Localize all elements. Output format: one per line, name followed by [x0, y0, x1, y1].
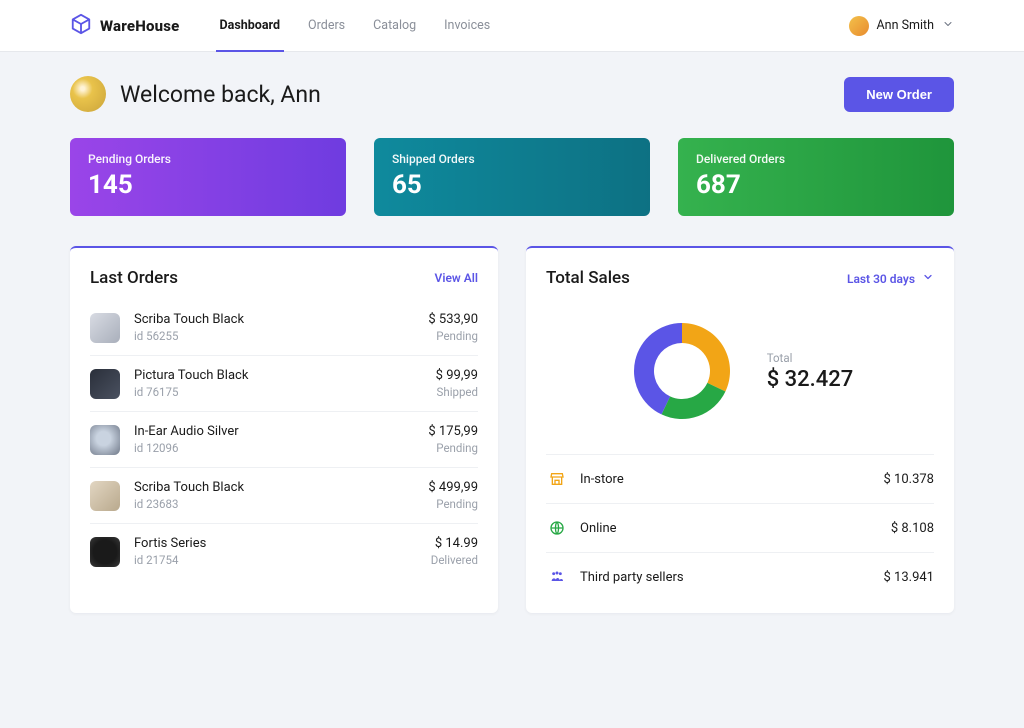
- view-all-link[interactable]: View All: [435, 271, 478, 285]
- welcome-text: Welcome back, Ann: [120, 81, 321, 108]
- stat-value: 65: [392, 170, 632, 200]
- sales-breakdown: In-store $ 10.378 Online $ 8.108: [546, 454, 934, 601]
- order-id: id 23683: [134, 497, 428, 511]
- panel-total-sales: Total Sales Last 30 days Total $ 32.427: [526, 246, 954, 613]
- sales-donut-chart: [627, 316, 737, 426]
- nav-dashboard[interactable]: Dashboard: [220, 0, 281, 51]
- order-name: Fortis Series: [134, 536, 431, 551]
- order-status: Shipped: [436, 385, 478, 399]
- brand-name: WareHouse: [100, 17, 180, 35]
- sales-line-amount: $ 13.941: [884, 570, 935, 585]
- stat-label: Pending Orders: [88, 152, 328, 166]
- panel-title: Total Sales: [546, 268, 630, 288]
- total-label: Total: [767, 351, 854, 365]
- panel-title: Last Orders: [90, 268, 178, 288]
- nav-catalog[interactable]: Catalog: [373, 0, 416, 51]
- order-name: Scriba Touch Black: [134, 312, 428, 327]
- stats-row: Pending Orders 145 Shipped Orders 65 Del…: [70, 138, 954, 216]
- order-row[interactable]: Fortis Series id 21754 $ 14.99 Delivered: [90, 523, 478, 579]
- total-value: $ 32.427: [767, 367, 854, 392]
- product-thumb: [90, 537, 120, 567]
- user-name: Ann Smith: [877, 18, 934, 33]
- chevron-down-icon: [942, 18, 954, 34]
- order-price: $ 533,90: [428, 312, 478, 327]
- order-row[interactable]: In-Ear Audio Silver id 12096 $ 175,99 Pe…: [90, 411, 478, 467]
- range-label: Last 30 days: [847, 272, 915, 286]
- welcome-row: Welcome back, Ann New Order: [70, 76, 954, 112]
- product-thumb: [90, 313, 120, 343]
- sales-line-instore: In-store $ 10.378: [546, 454, 934, 503]
- primary-nav: Dashboard Orders Catalog Invoices: [220, 0, 491, 51]
- sales-line-label: Third party sellers: [580, 570, 884, 585]
- order-id: id 76175: [134, 385, 436, 399]
- order-status: Pending: [428, 497, 478, 511]
- stat-value: 145: [88, 170, 328, 200]
- order-status: Pending: [428, 441, 478, 455]
- stat-value: 687: [696, 170, 936, 200]
- stat-card-delivered[interactable]: Delivered Orders 687: [678, 138, 954, 216]
- sales-line-amount: $ 10.378: [884, 472, 935, 487]
- order-name: Scriba Touch Black: [134, 480, 428, 495]
- product-thumb: [90, 481, 120, 511]
- range-selector[interactable]: Last 30 days: [847, 271, 934, 286]
- order-name: In-Ear Audio Silver: [134, 424, 428, 439]
- orders-list: Scriba Touch Black id 56255 $ 533,90 Pen…: [90, 306, 478, 579]
- sales-line-label: Online: [580, 521, 891, 536]
- order-row[interactable]: Scriba Touch Black id 56255 $ 533,90 Pen…: [90, 306, 478, 355]
- user-menu[interactable]: Ann Smith: [849, 16, 954, 36]
- sales-line-label: In-store: [580, 472, 884, 487]
- panel-last-orders: Last Orders View All Scriba Touch Black …: [70, 246, 498, 613]
- product-thumb: [90, 369, 120, 399]
- stat-label: Shipped Orders: [392, 152, 632, 166]
- order-price: $ 99,99: [436, 368, 478, 383]
- store-icon: [546, 471, 568, 487]
- nav-orders[interactable]: Orders: [308, 0, 345, 51]
- chevron-down-icon: [922, 272, 934, 286]
- avatar: [70, 76, 106, 112]
- avatar: [849, 16, 869, 36]
- order-price: $ 499,99: [428, 480, 478, 495]
- order-price: $ 14.99: [431, 536, 478, 551]
- order-id: id 56255: [134, 329, 428, 343]
- logo-icon: [70, 13, 92, 39]
- top-nav: WareHouse Dashboard Orders Catalog Invoi…: [0, 0, 1024, 52]
- stat-card-shipped[interactable]: Shipped Orders 65: [374, 138, 650, 216]
- stat-label: Delivered Orders: [696, 152, 936, 166]
- sales-line-online: Online $ 8.108: [546, 503, 934, 552]
- order-price: $ 175,99: [428, 424, 478, 439]
- sales-line-amount: $ 8.108: [891, 521, 934, 536]
- order-row[interactable]: Pictura Touch Black id 76175 $ 99,99 Shi…: [90, 355, 478, 411]
- order-status: Delivered: [431, 553, 478, 567]
- people-icon: [546, 569, 568, 585]
- new-order-button[interactable]: New Order: [844, 77, 954, 112]
- globe-icon: [546, 520, 568, 536]
- order-id: id 21754: [134, 553, 431, 567]
- order-id: id 12096: [134, 441, 428, 455]
- stat-card-pending[interactable]: Pending Orders 145: [70, 138, 346, 216]
- sales-line-third-party: Third party sellers $ 13.941: [546, 552, 934, 601]
- order-name: Pictura Touch Black: [134, 368, 436, 383]
- order-status: Pending: [428, 329, 478, 343]
- nav-invoices[interactable]: Invoices: [444, 0, 490, 51]
- product-thumb: [90, 425, 120, 455]
- order-row[interactable]: Scriba Touch Black id 23683 $ 499,99 Pen…: [90, 467, 478, 523]
- brand-logo[interactable]: WareHouse: [70, 13, 180, 39]
